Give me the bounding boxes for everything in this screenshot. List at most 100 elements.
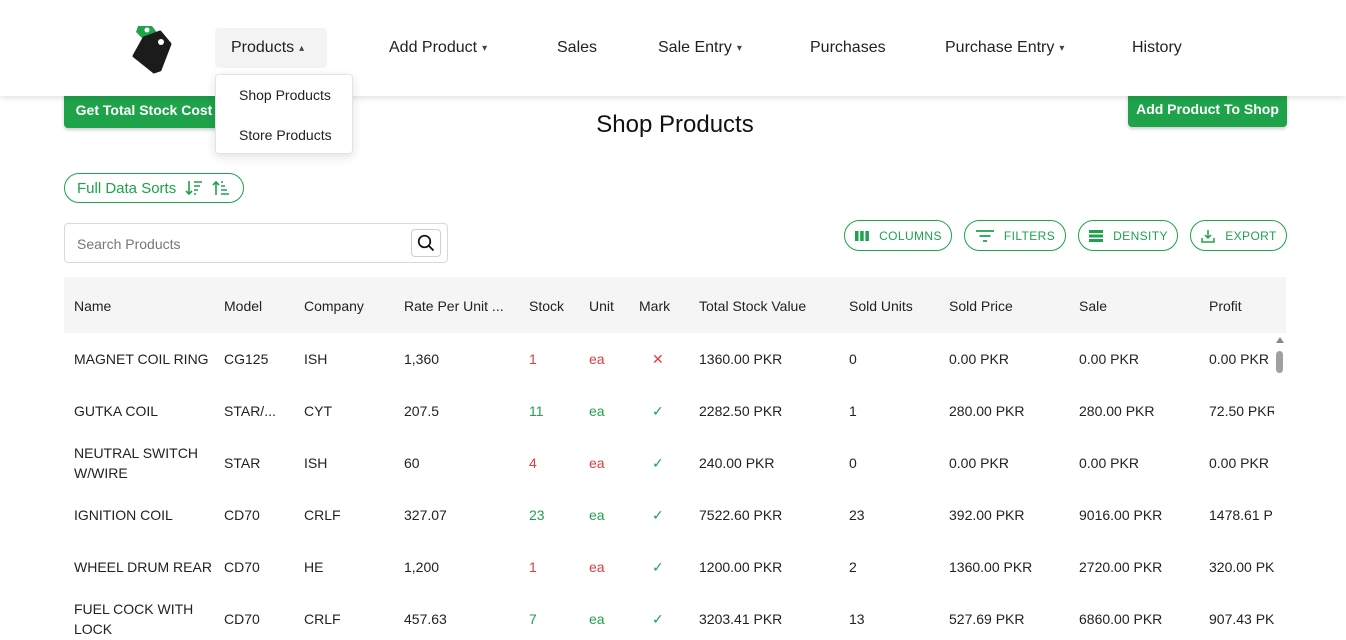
cell-company: CRLF xyxy=(304,507,341,523)
cell-sale: 6860.00 PKR xyxy=(1079,611,1163,627)
search-button[interactable] xyxy=(411,229,441,257)
cell-sale: 0.00 PKR xyxy=(1079,351,1139,367)
column-header-total-stock-value[interactable]: Total Stock Value xyxy=(699,298,806,314)
cell-stock: 7 xyxy=(529,611,537,627)
nav-sale-entry-label: Sale Entry xyxy=(658,39,732,56)
nav-purchases[interactable]: Purchases xyxy=(810,28,886,68)
column-header-sold-price[interactable]: Sold Price xyxy=(949,298,1013,314)
get-total-stock-cost-button[interactable]: Get Total Stock Cost xyxy=(64,91,224,128)
column-header-sale[interactable]: Sale xyxy=(1079,298,1107,314)
export-label: EXPORT xyxy=(1225,228,1277,243)
columns-label: COLUMNS xyxy=(879,228,942,243)
export-button[interactable]: EXPORT xyxy=(1190,220,1287,251)
chevron-down-icon: ▾ xyxy=(736,42,742,54)
add-product-to-shop-button[interactable]: Add Product To Shop xyxy=(1128,91,1287,127)
cell-unit: ea xyxy=(589,611,605,627)
products-dropdown-menu: Shop Products Store Products xyxy=(215,74,353,154)
cell-sold-price: 392.00 PKR xyxy=(949,507,1025,523)
cell-total-stock-value: 3203.41 PKR xyxy=(699,611,783,627)
column-header-stock[interactable]: Stock xyxy=(529,298,564,314)
nav-add-product-label: Add Product xyxy=(389,39,478,56)
column-header-profit[interactable]: Profit xyxy=(1209,298,1242,314)
nav-history[interactable]: History xyxy=(1132,28,1182,68)
cell-profit: 1478.61 PKR xyxy=(1209,507,1274,523)
download-icon xyxy=(1201,229,1215,243)
cell-name: GUTKA COIL xyxy=(74,403,159,419)
cell-sold-price: 1360.00 PKR xyxy=(949,559,1033,575)
menu-item-store-products[interactable]: Store Products xyxy=(239,127,332,143)
nav-purchase-entry-label: Purchase Entry xyxy=(945,39,1055,56)
nav-purchase-entry[interactable]: Purchase Entry ▾ xyxy=(945,28,1064,68)
cell-profit: 907.43 PKR xyxy=(1209,611,1274,627)
table-row[interactable]: FUEL COCK WITH LOCK CD70 CRLF 457.63 7 e… xyxy=(64,593,1274,640)
column-header-company[interactable]: Company xyxy=(304,298,364,314)
column-header-mark[interactable]: Mark xyxy=(639,298,670,314)
cell-sold-units: 13 xyxy=(849,611,865,627)
nav-sale-entry[interactable]: Sale Entry ▾ xyxy=(658,28,742,68)
check-icon: ✓ xyxy=(652,507,664,523)
cell-unit: ea xyxy=(589,351,605,367)
density-button[interactable]: DENSITY xyxy=(1078,220,1178,251)
menu-item-shop-products[interactable]: Shop Products xyxy=(239,87,331,103)
table-row[interactable]: GUTKA COIL STAR/... CYT 207.5 11 ea ✓ 22… xyxy=(64,385,1274,437)
nav-add-product[interactable]: Add Product ▾ xyxy=(389,28,487,68)
check-icon: ✓ xyxy=(652,403,664,419)
column-header-name[interactable]: Name xyxy=(74,298,111,314)
sort-ascending-icon[interactable] xyxy=(212,180,230,196)
cell-sold-price: 0.00 PKR xyxy=(949,455,1009,471)
filters-label: FILTERS xyxy=(1003,228,1056,243)
full-data-sorts-button[interactable]: Full Data Sorts xyxy=(64,173,244,203)
cell-model: CG125 xyxy=(224,351,269,367)
cell-company: HE xyxy=(304,559,324,575)
cell-model: CD70 xyxy=(224,559,260,575)
nav-sales[interactable]: Sales xyxy=(557,28,597,68)
columns-icon xyxy=(855,230,869,241)
cell-profit: 320.00 PKR xyxy=(1209,559,1274,575)
cell-name: NEUTRAL SWITCH W/WIRE xyxy=(74,445,198,481)
cell-stock: 11 xyxy=(529,403,544,419)
cell-company: ISH xyxy=(304,351,328,367)
cell-total-stock-value: 1200.00 PKR xyxy=(699,559,783,575)
cell-rate: 327.07 xyxy=(404,507,447,523)
cell-name: FUEL COCK WITH LOCK xyxy=(74,601,194,637)
search-input[interactable] xyxy=(77,234,397,254)
cell-sold-units: 2 xyxy=(849,559,857,575)
table-row[interactable]: IGNITION COIL CD70 CRLF 327.07 23 ea ✓ 7… xyxy=(64,489,1274,541)
nav-products-label: Products xyxy=(231,39,295,56)
table-row[interactable]: MAGNET COIL RING CG125 ISH 1,360 1 ea ✕ … xyxy=(64,333,1274,385)
search-icon xyxy=(417,234,435,252)
cross-icon: ✕ xyxy=(652,351,664,367)
cell-stock: 23 xyxy=(529,507,545,523)
column-header-model[interactable]: Model xyxy=(224,298,262,314)
scrollbar-thumb[interactable] xyxy=(1276,351,1283,373)
column-header-unit[interactable]: Unit xyxy=(589,298,614,314)
cell-profit: 0.00 PKR xyxy=(1209,455,1269,471)
cell-model: CD70 xyxy=(224,507,260,523)
cell-total-stock-value: 240.00 PKR xyxy=(699,455,775,471)
full-data-sorts-label: Full Data Sorts xyxy=(77,179,177,197)
cell-company: CRLF xyxy=(304,611,341,627)
cell-total-stock-value: 2282.50 PKR xyxy=(699,403,783,419)
cell-unit: ea xyxy=(589,559,605,575)
sort-descending-icon[interactable] xyxy=(185,180,203,196)
table-row[interactable]: WHEEL DRUM REAR CD70 HE 1,200 1 ea ✓ 120… xyxy=(64,541,1274,593)
column-header-rate[interactable]: Rate Per Unit ... xyxy=(404,298,504,314)
cell-model: STAR/... xyxy=(224,403,276,419)
check-icon: ✓ xyxy=(652,559,664,575)
cell-total-stock-value: 1360.00 PKR xyxy=(699,351,783,367)
filters-button[interactable]: FILTERS xyxy=(964,220,1066,251)
table-header: Name Model Company Rate Per Unit ... Sto… xyxy=(64,277,1286,333)
cell-rate: 1,360 xyxy=(404,351,440,367)
check-icon: ✓ xyxy=(652,455,664,471)
top-navbar: Products ▴ Add Product ▾ Sales Sale Entr… xyxy=(0,0,1346,96)
scroll-up-arrow-icon[interactable] xyxy=(1276,337,1284,343)
table-row[interactable]: NEUTRAL SWITCH W/WIRE STAR ISH 60 4 ea ✓… xyxy=(64,437,1274,489)
columns-button[interactable]: COLUMNS xyxy=(844,220,952,251)
price-tag-logo-icon[interactable] xyxy=(130,22,174,74)
table-scrollbar[interactable] xyxy=(1274,333,1286,640)
nav-history-label: History xyxy=(1132,39,1182,56)
cell-sale: 0.00 PKR xyxy=(1079,455,1139,471)
column-header-sold-units[interactable]: Sold Units xyxy=(849,298,913,314)
nav-products[interactable]: Products ▴ xyxy=(215,28,327,68)
page-title: Shop Products xyxy=(596,111,754,138)
